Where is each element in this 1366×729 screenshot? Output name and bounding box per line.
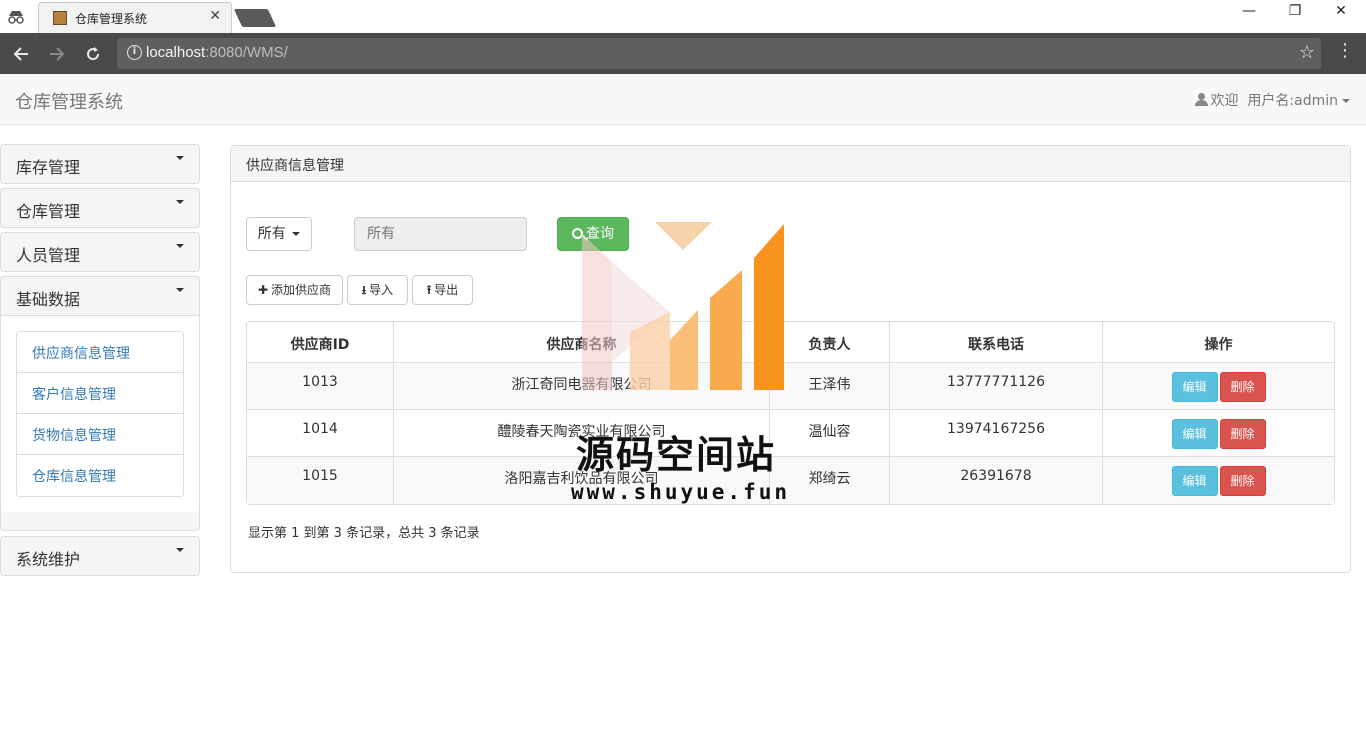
chevron-down-icon: [1342, 99, 1350, 103]
export-button[interactable]: ⭱ 导出: [412, 275, 473, 305]
caret-down-icon: [176, 200, 184, 204]
sidebar-heading[interactable]: 库存管理: [1, 145, 199, 183]
query-button[interactable]: 查询: [557, 217, 629, 251]
cell-name: 醴陵春天陶瓷实业有限公司: [394, 410, 770, 457]
search-icon: [572, 228, 583, 239]
supplier-panel: 供应商信息管理 所有 查询 ✚添加供应商 ⭳导入 ⭱导出 供应商ID 供应商名称…: [230, 145, 1351, 573]
column-header[interactable]: 联系电话: [890, 322, 1103, 363]
column-header: 操作: [1103, 322, 1334, 363]
incognito-icon: [6, 9, 26, 25]
info-icon[interactable]: i: [127, 45, 142, 60]
chevron-down-icon: [292, 232, 301, 236]
cell-id: 1015: [247, 457, 394, 504]
sidebar-list: 供应商信息管理 客户信息管理 货物信息管理 仓库信息管理: [16, 331, 184, 497]
user-menu[interactable]: 欢迎 用户名:admin: [1194, 90, 1350, 110]
add-supplier-button[interactable]: ✚ 添加供应商: [246, 275, 343, 305]
sidebar-heading[interactable]: 基础数据: [1, 277, 199, 315]
sidebar-heading[interactable]: 仓库管理: [1, 189, 199, 227]
sidebar-section-personnel[interactable]: 人员管理: [0, 232, 200, 272]
supplier-table: 供应商ID 供应商名称 负责人 联系电话 操作 1013 浙江奇同电器有限公司 …: [246, 321, 1335, 505]
cell-id: 1014: [247, 410, 394, 457]
delete-button[interactable]: 删除: [1219, 466, 1266, 496]
caret-down-icon: [176, 156, 184, 160]
browser-menu-icon[interactable]: ⋮: [1336, 40, 1354, 61]
search-input[interactable]: [354, 217, 527, 251]
cell-actions: 编辑 删除: [1103, 457, 1334, 504]
cell-person: 郑绮云: [770, 457, 890, 504]
address-bar[interactable]: i localhost:8080/WMS/ ☆: [117, 38, 1321, 69]
column-header[interactable]: 供应商ID: [247, 322, 394, 363]
delete-button[interactable]: 删除: [1219, 419, 1266, 449]
cell-person: 温仙容: [770, 410, 890, 457]
edit-button[interactable]: 编辑: [1171, 372, 1218, 402]
cell-person: 王泽伟: [770, 363, 890, 410]
sidebar-section-warehouse[interactable]: 仓库管理: [0, 188, 200, 228]
import-button[interactable]: ⭳ 导入: [347, 275, 408, 305]
sidebar-section-inventory[interactable]: 库存管理: [0, 144, 200, 184]
caret-down-icon: [176, 288, 184, 292]
column-header[interactable]: 负责人: [770, 322, 890, 363]
minimize-button[interactable]: —: [1226, 3, 1272, 19]
filter-dropdown[interactable]: 所有: [246, 217, 312, 251]
sidebar-item-warehouse-info[interactable]: 仓库信息管理: [17, 455, 183, 496]
maximize-button[interactable]: ❐: [1272, 3, 1318, 19]
new-tab-button[interactable]: [233, 9, 277, 27]
cell-phone: 13974167256: [890, 410, 1103, 457]
table-row[interactable]: 1014 醴陵春天陶瓷实业有限公司 温仙容 13974167256 编辑 删除: [247, 410, 1334, 457]
cell-actions: 编辑 删除: [1103, 410, 1334, 457]
pagination-info: 显示第 1 到第 3 条记录，总共 3 条记录: [248, 526, 480, 541]
favicon-icon: [53, 11, 67, 25]
cell-phone: 13777771126: [890, 363, 1103, 410]
sidebar-heading[interactable]: 系统维护: [1, 537, 199, 575]
browser-tabstrip: 仓库管理系统 ✕ — ❐ ✕: [0, 0, 1366, 33]
close-window-button[interactable]: ✕: [1318, 3, 1364, 19]
delete-button[interactable]: 删除: [1219, 372, 1266, 402]
sidebar-submenu: 供应商信息管理 客户信息管理 货物信息管理 仓库信息管理: [1, 315, 199, 512]
table-row[interactable]: 1013 浙江奇同电器有限公司 王泽伟 13777771126 编辑 删除: [247, 363, 1334, 410]
plus-icon: ✚: [257, 283, 269, 297]
panel-title: 供应商信息管理: [231, 146, 1350, 182]
cell-name: 洛阳嘉吉利饮品有限公司: [394, 457, 770, 504]
welcome-text: 欢迎: [1210, 93, 1239, 109]
sidebar-section-basic-data: 基础数据 供应商信息管理 客户信息管理 货物信息管理 仓库信息管理: [0, 276, 200, 531]
user-icon: [1194, 93, 1208, 106]
browser-toolbar: i localhost:8080/WMS/ ☆ ⋮: [0, 33, 1366, 74]
edit-button[interactable]: 编辑: [1171, 419, 1218, 449]
import-icon: ⭳: [361, 283, 367, 297]
caret-down-icon: [176, 548, 184, 552]
table-header-row: 供应商ID 供应商名称 负责人 联系电话 操作: [247, 322, 1334, 363]
url-text: localhost:8080/WMS/: [146, 44, 288, 61]
export-icon: ⭱: [426, 283, 432, 297]
sidebar-item-supplier[interactable]: 供应商信息管理: [17, 332, 183, 373]
cell-name: 浙江奇同电器有限公司: [394, 363, 770, 410]
cell-actions: 编辑 删除: [1103, 363, 1334, 410]
username-text: 用户名:admin: [1247, 93, 1338, 109]
back-arrow-icon[interactable]: [8, 41, 34, 67]
reload-icon[interactable]: [80, 41, 106, 67]
edit-button[interactable]: 编辑: [1171, 466, 1218, 496]
cell-id: 1013: [247, 363, 394, 410]
sidebar-heading[interactable]: 人员管理: [1, 233, 199, 271]
sidebar-section-maintenance[interactable]: 系统维护: [0, 536, 200, 576]
forward-arrow-icon[interactable]: [44, 41, 70, 67]
table-row[interactable]: 1015 洛阳嘉吉利饮品有限公司 郑绮云 26391678 编辑 删除: [247, 457, 1334, 504]
column-header[interactable]: 供应商名称: [394, 322, 770, 363]
browser-tab[interactable]: 仓库管理系统 ✕: [38, 2, 232, 33]
tab-close-icon[interactable]: ✕: [209, 8, 221, 24]
caret-down-icon: [176, 244, 184, 248]
bookmark-star-icon[interactable]: ☆: [1299, 42, 1315, 63]
app-brand[interactable]: 仓库管理系统: [15, 88, 123, 114]
tab-title: 仓库管理系统: [75, 12, 148, 26]
sidebar-item-customer[interactable]: 客户信息管理: [17, 373, 183, 414]
sidebar-item-goods[interactable]: 货物信息管理: [17, 414, 183, 455]
cell-phone: 26391678: [890, 457, 1103, 504]
app-navbar: 仓库管理系统 欢迎 用户名:admin: [0, 74, 1366, 125]
